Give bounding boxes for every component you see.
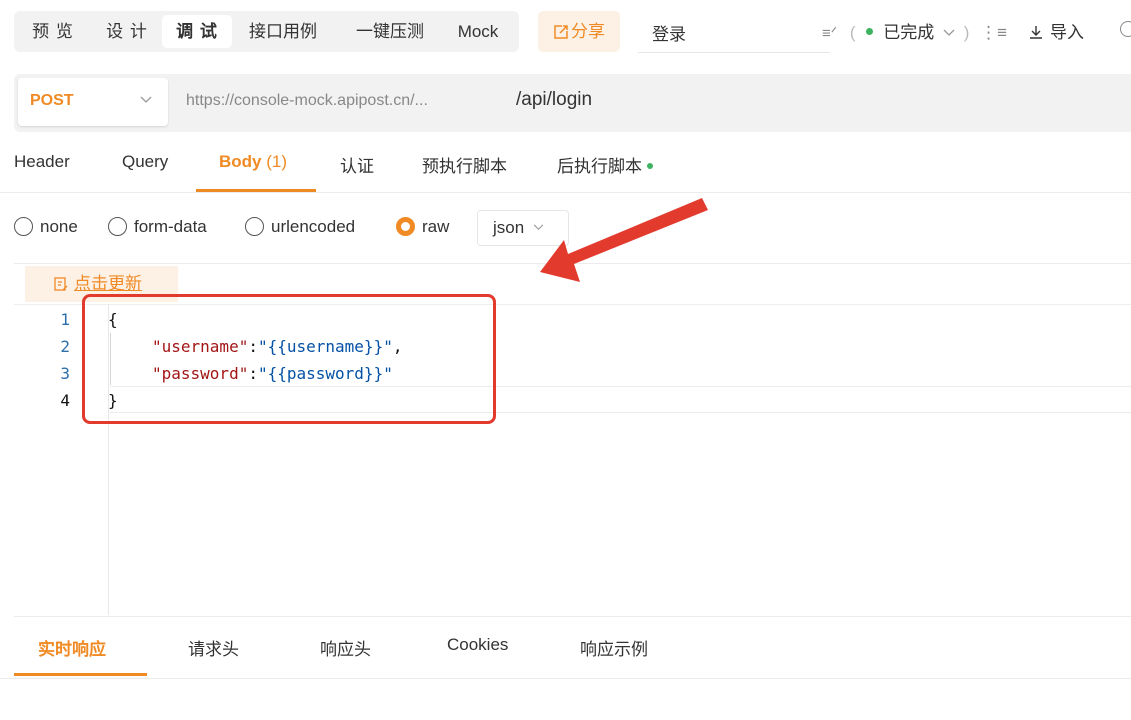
tab-preview[interactable]: 预 览	[22, 15, 84, 48]
radio-raw[interactable]: raw	[396, 214, 449, 240]
line-number: 1	[60, 310, 70, 329]
radio-urlencoded-label: urlencoded	[271, 217, 356, 236]
paren-close: )	[963, 23, 970, 42]
status-area: ≡ᐟ ( 已完成 ) ⋮≡	[822, 20, 1007, 46]
tab-response-examples[interactable]: 响应示例	[580, 635, 648, 660]
radio-form-data-label: form-data	[134, 217, 207, 236]
document-edit-icon	[54, 277, 68, 291]
active-response-tab-underline	[14, 673, 147, 676]
line-number: 3	[60, 364, 70, 383]
tab-post-script-label: 后执行脚本	[557, 157, 642, 176]
tab-post-script[interactable]: 后执行脚本	[557, 152, 653, 177]
status-dropdown[interactable]: 已完成	[866, 23, 959, 42]
status-label: 已完成	[883, 23, 935, 42]
share-label: 分享	[571, 22, 605, 41]
radio-raw-label: raw	[422, 217, 450, 236]
tab-request-headers[interactable]: 请求头	[188, 635, 239, 660]
radio-circle-icon	[14, 217, 33, 236]
tab-live-response[interactable]: 实时响应	[38, 635, 106, 660]
format-label: json	[493, 218, 525, 237]
tab-pre-script[interactable]: 预执行脚本	[422, 152, 507, 177]
update-label: 点击更新	[74, 274, 142, 293]
tab-body-label: Body	[219, 152, 262, 171]
base-url[interactable]: https://console-mock.apipost.cn/...	[186, 92, 428, 110]
method-select[interactable]: POST	[18, 78, 168, 126]
paren-open: (	[849, 23, 856, 42]
more-icon[interactable]	[1120, 21, 1131, 37]
tab-body[interactable]: Body (1)	[219, 152, 287, 172]
tab-response-headers[interactable]: 响应头	[320, 635, 371, 660]
tab-test-cases[interactable]: 接口用例	[240, 15, 326, 48]
chevron-down-icon	[140, 96, 152, 103]
radio-none[interactable]: none	[14, 214, 78, 240]
tab-auth[interactable]: 认证	[340, 152, 374, 177]
tab-body-count: (1)	[266, 152, 288, 171]
annotation-highlight-box	[82, 294, 496, 424]
request-tabs: Header Query Body (1) 认证 预执行脚本 后执行脚本	[0, 140, 1131, 193]
radio-none-label: none	[40, 217, 78, 236]
tab-design[interactable]: 设 计	[96, 15, 158, 48]
mode-tab-bar: 预 览 设 计 调 试 接口用例 一键压测 Mock	[14, 11, 519, 52]
import-button[interactable]: 导入	[1028, 20, 1084, 46]
method-label: POST	[30, 92, 74, 109]
tab-header[interactable]: Header	[14, 152, 70, 172]
radio-form-data[interactable]: form-data	[108, 214, 207, 240]
tab-debug[interactable]: 调 试	[162, 15, 232, 48]
status-dot-icon	[866, 28, 874, 35]
active-tab-underline	[196, 189, 316, 192]
chevron-down-icon	[943, 29, 955, 36]
tab-mock[interactable]: Mock	[446, 15, 510, 48]
radio-urlencoded[interactable]: urlencoded	[245, 214, 355, 240]
tab-cookies[interactable]: Cookies	[447, 635, 508, 655]
line-number: 2	[60, 337, 70, 356]
line-number: 4	[60, 391, 70, 410]
list-indent-icon[interactable]: ⋮≡	[980, 23, 1007, 42]
import-label: 导入	[1050, 23, 1084, 42]
tab-query[interactable]: Query	[122, 152, 168, 172]
download-icon	[1030, 26, 1042, 39]
share-button[interactable]: 分享	[538, 11, 620, 52]
path-input[interactable]: /api/login	[516, 89, 592, 111]
format-icon[interactable]: ≡ᐟ	[822, 25, 837, 42]
radio-circle-icon	[245, 217, 264, 236]
api-name-input[interactable]	[638, 13, 832, 51]
radio-circle-icon	[108, 217, 127, 236]
share-icon	[554, 25, 568, 39]
radio-checked-icon	[396, 217, 415, 236]
tab-load-test[interactable]: 一键压测	[340, 15, 440, 48]
annotation-arrow-icon	[540, 198, 708, 282]
active-dot-icon	[647, 163, 653, 169]
response-tabs: 实时响应 请求头 响应头 Cookies 响应示例	[0, 620, 1131, 679]
api-name-field[interactable]	[638, 13, 832, 53]
